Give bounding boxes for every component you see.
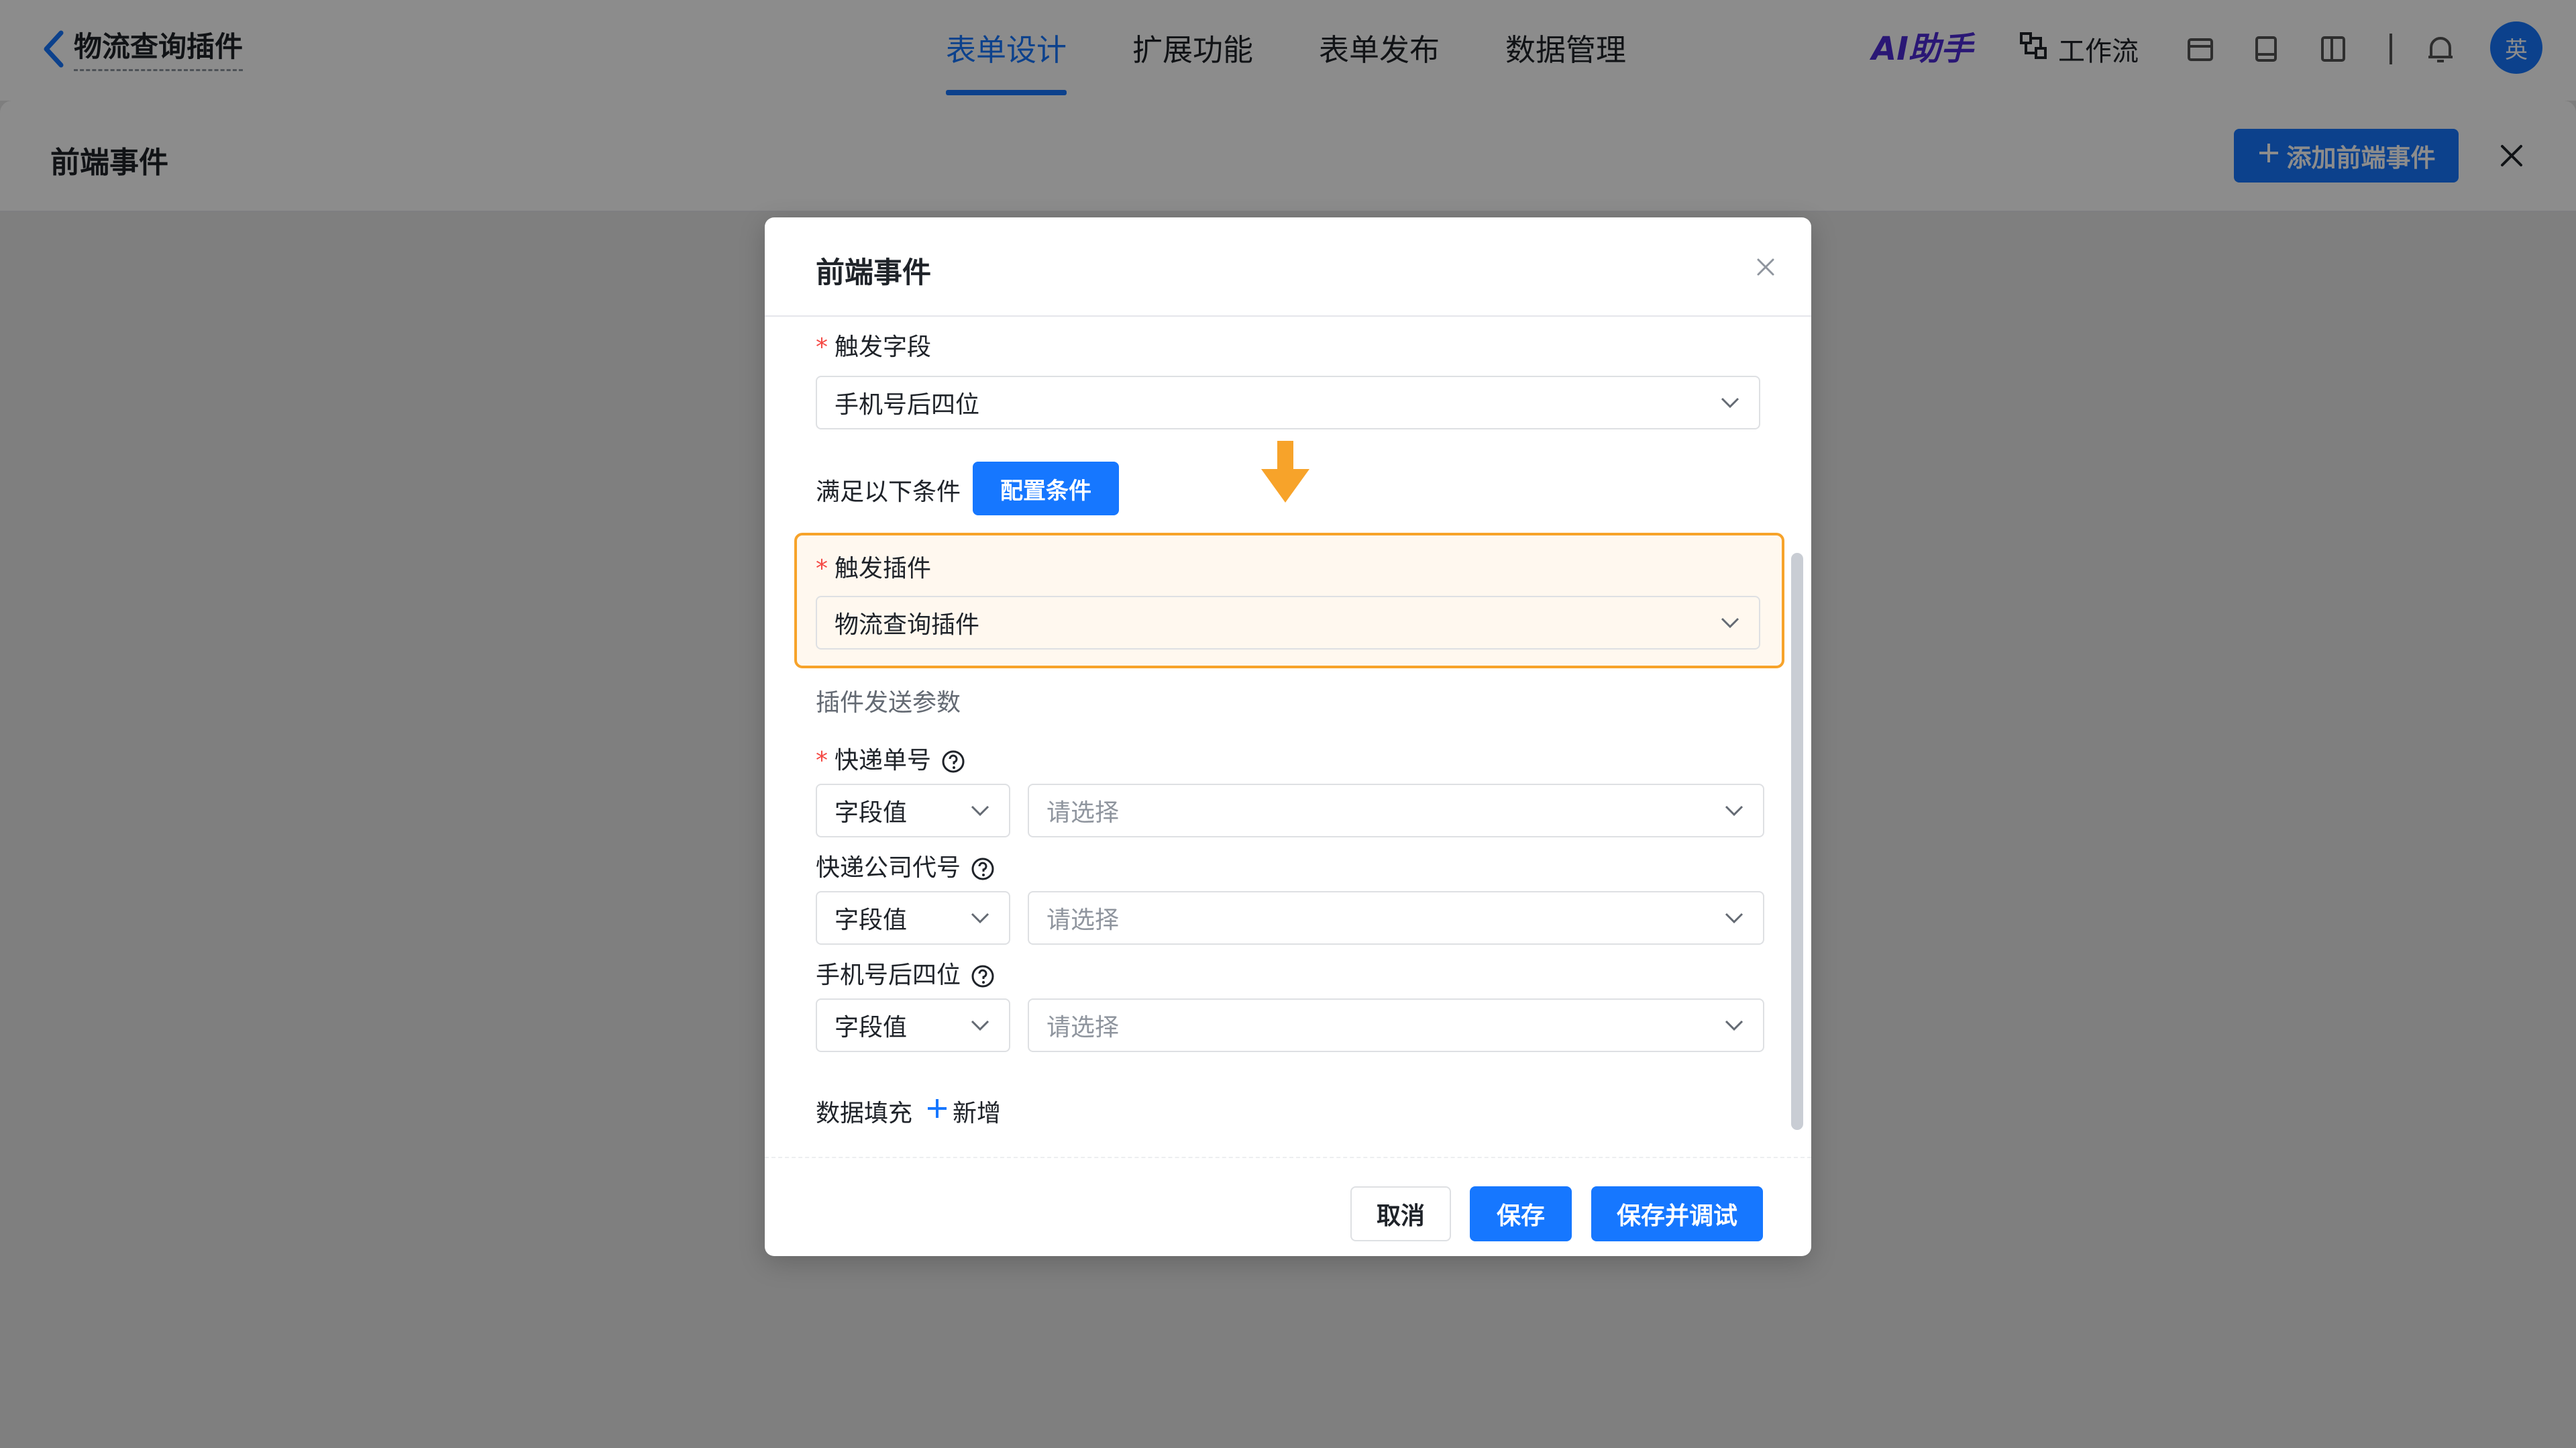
plus-icon [926, 1097, 949, 1126]
trigger-plugin-select[interactable]: 物流查询插件 [816, 596, 1760, 650]
add-data-fill-button[interactable]: 新增 [926, 1094, 1001, 1129]
required-mark: * [816, 747, 828, 774]
trigger-field-label: * 触发字段 [816, 333, 932, 361]
required-mark: * [816, 555, 828, 582]
trigger-field-select[interactable]: 手机号后四位 [816, 376, 1760, 429]
add-data-fill-label: 新增 [953, 1100, 1002, 1127]
frontend-event-modal: 前端事件 * 触发字段 手机号后四位 满足以下条件 配置条件 * 触发插件 物流查询… [765, 217, 1811, 1256]
modal-header: 前端事件 [765, 217, 1811, 317]
condition-label: 满足以下条件 [816, 478, 961, 506]
chevron-down-icon [1719, 391, 1741, 414]
param-value-select-tracking-number[interactable]: 请选择 [1028, 784, 1764, 837]
arrow-down-icon [1261, 441, 1309, 503]
chevron-down-icon [1719, 611, 1741, 634]
chevron-down-icon [1723, 1014, 1746, 1037]
param-type-select-tracking-number[interactable]: 字段值 [816, 784, 1010, 837]
help-circle-icon[interactable] [970, 964, 996, 989]
data-fill-label: 数据填充 [816, 1100, 913, 1127]
param-type-value: 字段值 [835, 907, 908, 934]
configure-conditions-button[interactable]: 配置条件 [973, 462, 1119, 515]
chevron-down-icon [1723, 907, 1746, 929]
param-type-value: 字段值 [835, 1014, 908, 1041]
chevron-down-icon [969, 799, 991, 822]
save-button[interactable]: 保存 [1470, 1186, 1572, 1241]
trigger-plugin-label: * 触发插件 [816, 555, 932, 582]
param-label-tracking-number: * 快递单号 [816, 741, 966, 776]
chevron-down-icon [969, 907, 991, 929]
param-value-select-phone-last4[interactable]: 请选择 [1028, 998, 1764, 1052]
param-label-phone-last4: 手机号后四位 [816, 955, 996, 990]
param-value-placeholder: 请选择 [1046, 1014, 1120, 1041]
param-type-select-phone-last4[interactable]: 字段值 [816, 998, 1010, 1052]
help-circle-icon[interactable] [970, 856, 996, 882]
chevron-down-icon [1723, 799, 1746, 822]
param-label-courier-code: 快递公司代号 [816, 848, 996, 883]
param-value-placeholder: 请选择 [1046, 799, 1120, 827]
modal-title: 前端事件 [816, 256, 931, 290]
cancel-button[interactable]: 取消 [1350, 1186, 1451, 1241]
help-circle-icon[interactable] [941, 749, 966, 774]
required-mark: * [816, 333, 828, 361]
chevron-down-icon [969, 1014, 991, 1037]
param-value-select-courier-code[interactable]: 请选择 [1028, 891, 1764, 945]
param-type-value: 字段值 [835, 799, 908, 827]
modal-close-icon[interactable] [1751, 252, 1780, 282]
param-type-select-courier-code[interactable]: 字段值 [816, 891, 1010, 945]
trigger-field-value: 手机号后四位 [835, 391, 980, 419]
save-and-debug-button[interactable]: 保存并调试 [1591, 1186, 1763, 1241]
modal-scrollbar[interactable] [1791, 553, 1803, 1130]
param-value-placeholder: 请选择 [1046, 907, 1120, 934]
plugin-params-title: 插件发送参数 [816, 689, 961, 717]
trigger-plugin-value: 物流查询插件 [835, 611, 980, 639]
